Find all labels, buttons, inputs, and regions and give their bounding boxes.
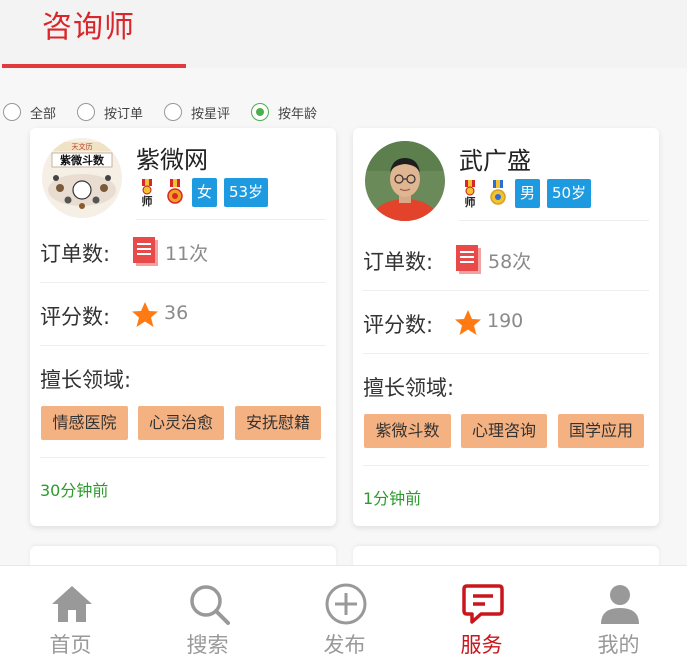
bottom-tab-bar: 首页 搜索 发布 服务 我的: [0, 565, 687, 661]
skill-tag: 情感医院: [41, 406, 128, 440]
search-icon: [190, 585, 230, 625]
counselor-name[interactable]: 紫微网: [136, 140, 208, 175]
document-icon: [455, 244, 483, 274]
tab-home[interactable]: 首页: [2, 566, 139, 661]
orders-value: 11次: [165, 243, 209, 265]
tab-label: 我的: [597, 633, 640, 657]
message-icon: [462, 584, 504, 624]
orders-value: 58次: [488, 251, 532, 273]
filter-label: 按星评: [191, 106, 231, 122]
rating-label: 评分数:: [40, 305, 111, 329]
gender-badge: 女: [192, 178, 218, 207]
divider: [363, 353, 649, 354]
radio-button[interactable]: [77, 103, 96, 121]
filter-by-orders[interactable]: 按订单: [77, 103, 143, 122]
header: 咨询师: [0, 0, 687, 68]
counselor-name[interactable]: 武广盛: [459, 141, 531, 176]
badge-row: 师 女 53岁: [136, 178, 275, 208]
rating-value: 36: [164, 302, 189, 324]
skills-label: 擅长领域:: [363, 376, 455, 400]
last-active-time: 30分钟前: [40, 481, 109, 500]
teacher-medal-icon: 师: [459, 179, 481, 209]
radio-button-checked[interactable]: [251, 103, 270, 121]
divider: [136, 219, 326, 220]
avatar-title-text: 紫微斗数: [60, 153, 105, 167]
skill-tag: 安抚慰籍: [235, 406, 321, 440]
radio-button[interactable]: [3, 103, 21, 121]
star-icon: [453, 308, 481, 338]
page-title: 咨询师: [42, 10, 135, 45]
medal-icon: [164, 178, 186, 207]
teacher-medal-icon: 师: [136, 178, 158, 208]
filter-label: 按年龄: [278, 106, 318, 122]
skills-label: 擅长领域:: [40, 368, 132, 392]
sort-filter-group: 全部 按订单 按星评 按年龄: [0, 100, 338, 124]
divider: [363, 290, 649, 291]
star-icon: [130, 300, 158, 330]
skill-tag: 国学应用: [558, 414, 644, 448]
tab-label: 服务: [460, 633, 503, 657]
radio-button[interactable]: [164, 103, 183, 121]
blue-medal-icon: [487, 179, 509, 208]
filter-label: 按订单: [104, 106, 144, 122]
content-area: 全部 按订单 按星评 按年龄 天文历 紫微斗数 紫微网 师 女 53岁 订单数:…: [0, 68, 687, 586]
skill-tag: 心理咨询: [461, 414, 547, 448]
avatar[interactable]: [365, 141, 445, 221]
filter-label: 全部: [30, 106, 57, 122]
tab-search[interactable]: 搜索: [139, 566, 276, 661]
orders-label: 订单数:: [40, 242, 111, 266]
divider: [363, 465, 649, 466]
filter-all[interactable]: 全部: [3, 103, 56, 122]
add-circle-icon: [325, 583, 367, 625]
tab-profile[interactable]: 我的: [550, 566, 687, 661]
tab-label: 发布: [323, 633, 366, 657]
divider: [40, 457, 326, 458]
user-icon: [601, 585, 639, 624]
last-active-time: 1分钟前: [363, 489, 422, 508]
divider: [40, 345, 326, 346]
badge-row: 师 男 50岁: [459, 179, 598, 209]
medal-text: 师: [465, 195, 476, 208]
avatar-caption-text: 天文历: [72, 142, 93, 151]
avatar[interactable]: 天文历 紫微斗数: [42, 138, 122, 218]
tab-service[interactable]: 服务: [413, 566, 550, 661]
medal-text: 师: [142, 194, 153, 207]
home-icon: [52, 586, 92, 622]
age-badge: 53岁: [224, 178, 269, 207]
divider: [459, 220, 649, 221]
document-icon: [132, 236, 160, 266]
rating-label: 评分数:: [363, 313, 434, 337]
filter-by-age[interactable]: 按年龄: [251, 103, 317, 122]
skill-tag: 心灵治愈: [138, 406, 224, 440]
counselor-card[interactable]: 天文历 紫微斗数 紫微网 师 女 53岁 订单数: 11次 评分数: 36 擅长…: [30, 128, 336, 526]
tab-label: 首页: [49, 633, 92, 657]
tab-label: 搜索: [186, 633, 229, 657]
filter-by-rating[interactable]: 按星评: [164, 103, 230, 122]
gender-badge: 男: [515, 179, 541, 208]
orders-label: 订单数:: [363, 250, 434, 274]
rating-value: 190: [487, 310, 524, 332]
divider: [40, 282, 326, 283]
tab-publish[interactable]: 发布: [276, 566, 413, 661]
age-badge: 50岁: [547, 179, 592, 208]
counselor-card[interactable]: 武广盛 师 男 50岁 订单数: 58次 评分数: 190 擅长领域: 紫微斗数…: [353, 128, 659, 526]
skill-tag: 紫微斗数: [364, 414, 451, 448]
